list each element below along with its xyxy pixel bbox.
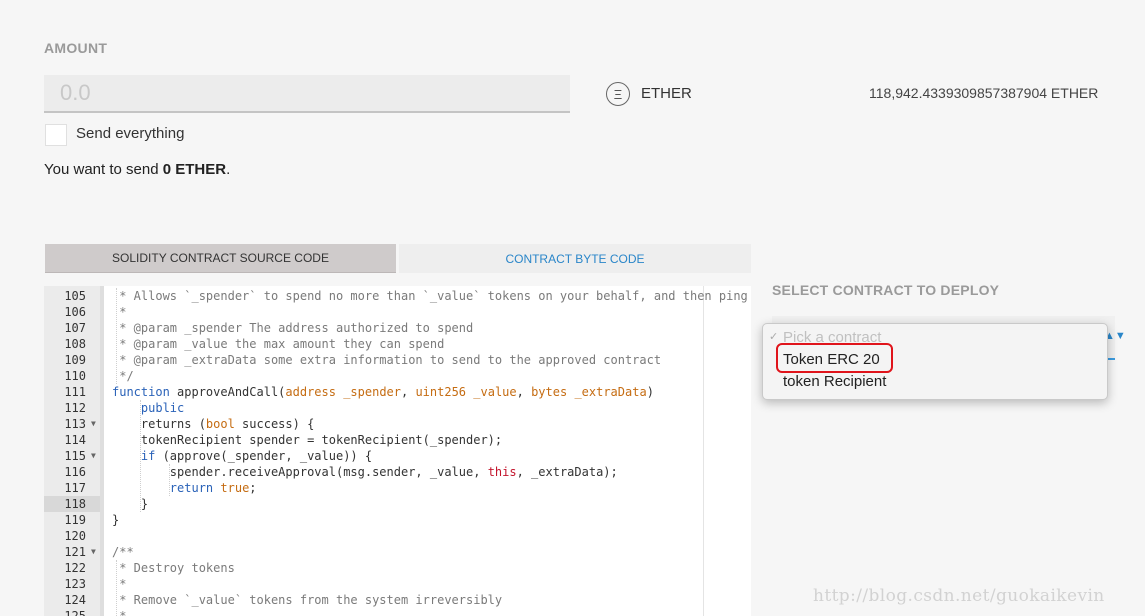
code-line: } <box>112 513 120 527</box>
send-summary: You want to send 0 ETHER. <box>44 161 230 178</box>
send-summary-value: 0 ETHER <box>162 161 227 178</box>
code-line: returns (bool success) { <box>112 417 315 431</box>
send-everything-label: Send everything <box>76 125 185 142</box>
code-lines: 105 * Allows `_spender` to spend no more… <box>44 288 751 616</box>
fold-arrow-icon[interactable]: ▼ <box>91 448 96 464</box>
dropdown-option-token-recipient[interactable]: token Recipient <box>783 373 886 390</box>
line-number: 119 <box>64 513 86 527</box>
contract-dropdown-menu[interactable]: ✓ Pick a contract Token ERC 20 token Rec… <box>762 323 1108 400</box>
line-number: 107 <box>64 321 86 335</box>
code-line: * <box>112 609 127 616</box>
line-number: 122 <box>64 561 86 575</box>
line-number: 116 <box>64 465 86 479</box>
line-number: 123 <box>64 577 86 591</box>
watermark: http://blog.csdn.net/guokaikevin <box>813 586 1105 606</box>
amount-input[interactable] <box>44 75 570 113</box>
ether-icon[interactable]: Ξ <box>606 82 630 106</box>
code-line: /** <box>112 545 134 559</box>
code-line: * @param _spender The address authorized… <box>112 321 474 335</box>
dropdown-option-token-erc20[interactable]: Token ERC 20 <box>783 351 880 368</box>
line-number: 106 <box>64 305 86 319</box>
code-line: public <box>140 401 185 415</box>
line-number: 120 <box>64 529 86 543</box>
tab-byte-code[interactable]: CONTRACT BYTE CODE <box>399 244 751 273</box>
line-number: 125 <box>64 609 86 616</box>
line-number: 117 <box>64 481 86 495</box>
line-number: 112 <box>64 401 86 415</box>
line-number: 110 <box>64 369 86 383</box>
code-line: spender.receiveApproval(msg.sender, _val… <box>112 465 618 479</box>
code-line: return true; <box>169 481 257 495</box>
code-line: * @param _extraData some extra informati… <box>112 353 662 367</box>
code-line: tokenRecipient spender = tokenRecipient(… <box>112 433 503 447</box>
code-line: function approveAndCall(address _spender… <box>112 385 654 399</box>
account-balance: 118,942.4339309857387904 ETHER <box>869 85 1099 101</box>
check-icon: ✓ <box>769 331 779 343</box>
send-everything-checkbox[interactable] <box>45 124 67 146</box>
code-line: * <box>112 305 127 319</box>
code-line: if (approve(_spender, _value)) { <box>140 449 373 463</box>
code-line: * Remove `_value` tokens from the system… <box>112 593 503 607</box>
line-number: 108 <box>64 337 86 351</box>
line-number: 124 <box>64 593 86 607</box>
line-number-active: 118 <box>44 496 100 512</box>
fold-arrow-icon[interactable]: ▼ <box>91 544 96 560</box>
tab-solidity-source[interactable]: SOLIDITY CONTRACT SOURCE CODE <box>45 244 396 273</box>
send-summary-suffix: . <box>226 161 231 178</box>
dropdown-option-placeholder[interactable]: Pick a contract <box>783 329 881 346</box>
line-number: 105 <box>64 289 86 303</box>
line-number: 114 <box>64 433 86 447</box>
code-line: * Allows `_spender` to spend no more tha… <box>112 289 748 303</box>
fold-arrow-icon[interactable]: ▼ <box>91 416 96 432</box>
ether-unit-label[interactable]: ETHER <box>641 85 692 102</box>
send-summary-prefix: You want to send <box>44 161 163 178</box>
code-line: */ <box>112 369 134 383</box>
amount-label: AMOUNT <box>44 40 108 56</box>
select-contract-label: SELECT CONTRACT TO DEPLOY <box>772 282 1000 298</box>
code-editor[interactable]: 105 * Allows `_spender` to spend no more… <box>44 286 751 616</box>
code-line: * Destroy tokens <box>112 561 235 575</box>
code-line: * @param _value the max amount they can … <box>112 337 445 351</box>
line-number: 111 <box>64 385 86 399</box>
code-line: * <box>112 577 127 591</box>
code-line: } <box>112 497 149 511</box>
line-number: 109 <box>64 353 86 367</box>
